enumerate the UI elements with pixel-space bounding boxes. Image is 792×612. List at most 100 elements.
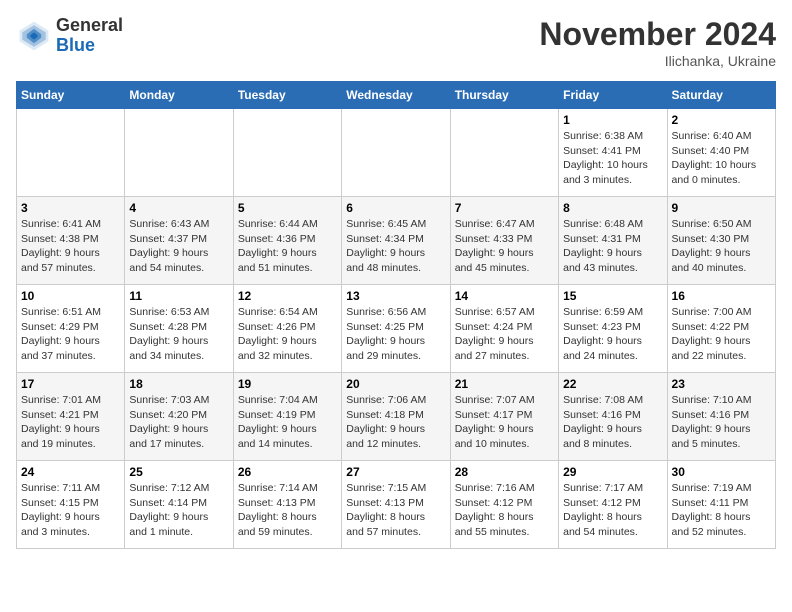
day-number: 8: [563, 201, 662, 215]
header-cell-sunday: Sunday: [17, 82, 125, 109]
day-number: 9: [672, 201, 771, 215]
day-cell: 7 Sunrise: 6:47 AM Sunset: 4:33 PM Daylig…: [450, 197, 558, 285]
day-cell: [17, 109, 125, 197]
week-row-2: 10 Sunrise: 6:51 AM Sunset: 4:29 PM Dayli…: [17, 285, 776, 373]
day-cell: 5 Sunrise: 6:44 AM Sunset: 4:36 PM Daylig…: [233, 197, 341, 285]
header-cell-monday: Monday: [125, 82, 233, 109]
day-info: Sunrise: 7:14 AM Sunset: 4:13 PM Dayligh…: [238, 481, 337, 540]
title-block: November 2024 Ilichanka, Ukraine: [539, 16, 776, 69]
day-cell: 4Sunrise: 6:43 AM Sunset: 4:37 PM Daylig…: [125, 197, 233, 285]
day-cell: 2 Sunrise: 6:40 AM Sunset: 4:40 PM Daylig…: [667, 109, 775, 197]
day-number: 7: [455, 201, 554, 215]
day-number: 6: [346, 201, 445, 215]
calendar-body: 1Sunrise: 6:38 AM Sunset: 4:41 PM Daylig…: [17, 109, 776, 549]
day-cell: 19 Sunrise: 7:04 AM Sunset: 4:19 PM Dayli…: [233, 373, 341, 461]
day-number: 21: [455, 377, 554, 391]
day-info: Sunrise: 6:57 AM Sunset: 4:24 PM Dayligh…: [455, 305, 554, 364]
day-number: 23: [672, 377, 771, 391]
day-number: 2: [672, 113, 771, 127]
day-cell: 20Sunrise: 7:06 AM Sunset: 4:18 PM Dayli…: [342, 373, 450, 461]
day-cell: 18 Sunrise: 7:03 AM Sunset: 4:20 PM Dayli…: [125, 373, 233, 461]
day-cell: 13 Sunrise: 6:56 AM Sunset: 4:25 PM Dayli…: [342, 285, 450, 373]
day-info: Sunrise: 6:41 AM Sunset: 4:38 PM Dayligh…: [21, 217, 120, 276]
day-number: 10: [21, 289, 120, 303]
week-row-1: 3Sunrise: 6:41 AM Sunset: 4:38 PM Daylig…: [17, 197, 776, 285]
day-cell: 17 Sunrise: 7:01 AM Sunset: 4:21 PM Dayli…: [17, 373, 125, 461]
day-cell: 29Sunrise: 7:17 AM Sunset: 4:12 PM Dayli…: [559, 461, 667, 549]
day-cell: 10 Sunrise: 6:51 AM Sunset: 4:29 PM Dayli…: [17, 285, 125, 373]
day-info: Sunrise: 7:08 AM Sunset: 4:16 PM Dayligh…: [563, 393, 662, 452]
day-number: 22: [563, 377, 662, 391]
day-number: 18: [129, 377, 228, 391]
day-info: Sunrise: 7:03 AM Sunset: 4:20 PM Dayligh…: [129, 393, 228, 452]
day-cell: [125, 109, 233, 197]
day-number: 25: [129, 465, 228, 479]
day-cell: 30 Sunrise: 7:19 AM Sunset: 4:11 PM Dayli…: [667, 461, 775, 549]
day-cell: 16 Sunrise: 7:00 AM Sunset: 4:22 PM Dayli…: [667, 285, 775, 373]
day-number: 5: [238, 201, 337, 215]
day-cell: 28Sunrise: 7:16 AM Sunset: 4:12 PM Dayli…: [450, 461, 558, 549]
day-cell: [450, 109, 558, 197]
week-row-4: 24Sunrise: 7:11 AM Sunset: 4:15 PM Dayli…: [17, 461, 776, 549]
day-number: 15: [563, 289, 662, 303]
month-title: November 2024: [539, 16, 776, 53]
day-info: Sunrise: 7:00 AM Sunset: 4:22 PM Dayligh…: [672, 305, 771, 364]
day-info: Sunrise: 6:44 AM Sunset: 4:36 PM Dayligh…: [238, 217, 337, 276]
day-number: 30: [672, 465, 771, 479]
day-number: 16: [672, 289, 771, 303]
day-info: Sunrise: 7:12 AM Sunset: 4:14 PM Dayligh…: [129, 481, 228, 540]
day-info: Sunrise: 6:51 AM Sunset: 4:29 PM Dayligh…: [21, 305, 120, 364]
week-row-3: 17 Sunrise: 7:01 AM Sunset: 4:21 PM Dayli…: [17, 373, 776, 461]
logo-general: General: [56, 15, 123, 35]
location: Ilichanka, Ukraine: [539, 53, 776, 69]
day-info: Sunrise: 6:50 AM Sunset: 4:30 PM Dayligh…: [672, 217, 771, 276]
logo: General Blue: [16, 16, 123, 56]
day-number: 19: [238, 377, 337, 391]
header-cell-wednesday: Wednesday: [342, 82, 450, 109]
day-cell: 26 Sunrise: 7:14 AM Sunset: 4:13 PM Dayli…: [233, 461, 341, 549]
day-number: 28: [455, 465, 554, 479]
day-number: 12: [238, 289, 337, 303]
day-cell: 9 Sunrise: 6:50 AM Sunset: 4:30 PM Daylig…: [667, 197, 775, 285]
day-cell: 23Sunrise: 7:10 AM Sunset: 4:16 PM Dayli…: [667, 373, 775, 461]
day-number: 14: [455, 289, 554, 303]
day-info: Sunrise: 7:19 AM Sunset: 4:11 PM Dayligh…: [672, 481, 771, 540]
day-info: Sunrise: 7:07 AM Sunset: 4:17 PM Dayligh…: [455, 393, 554, 452]
day-number: 29: [563, 465, 662, 479]
day-info: Sunrise: 6:47 AM Sunset: 4:33 PM Dayligh…: [455, 217, 554, 276]
header-cell-tuesday: Tuesday: [233, 82, 341, 109]
header-cell-friday: Friday: [559, 82, 667, 109]
day-number: 1: [563, 113, 662, 127]
day-cell: 11Sunrise: 6:53 AM Sunset: 4:28 PM Dayli…: [125, 285, 233, 373]
day-info: Sunrise: 6:56 AM Sunset: 4:25 PM Dayligh…: [346, 305, 445, 364]
header-cell-thursday: Thursday: [450, 82, 558, 109]
day-info: Sunrise: 6:40 AM Sunset: 4:40 PM Dayligh…: [672, 129, 771, 188]
day-info: Sunrise: 6:53 AM Sunset: 4:28 PM Dayligh…: [129, 305, 228, 364]
calendar-header: SundayMondayTuesdayWednesdayThursdayFrid…: [17, 82, 776, 109]
day-info: Sunrise: 6:54 AM Sunset: 4:26 PM Dayligh…: [238, 305, 337, 364]
day-info: Sunrise: 6:43 AM Sunset: 4:37 PM Dayligh…: [129, 217, 228, 276]
day-number: 13: [346, 289, 445, 303]
header-cell-saturday: Saturday: [667, 82, 775, 109]
week-row-0: 1Sunrise: 6:38 AM Sunset: 4:41 PM Daylig…: [17, 109, 776, 197]
day-cell: 24Sunrise: 7:11 AM Sunset: 4:15 PM Dayli…: [17, 461, 125, 549]
day-number: 27: [346, 465, 445, 479]
day-cell: 21 Sunrise: 7:07 AM Sunset: 4:17 PM Dayli…: [450, 373, 558, 461]
header-row: SundayMondayTuesdayWednesdayThursdayFrid…: [17, 82, 776, 109]
day-number: 17: [21, 377, 120, 391]
day-info: Sunrise: 7:06 AM Sunset: 4:18 PM Dayligh…: [346, 393, 445, 452]
day-number: 24: [21, 465, 120, 479]
day-info: Sunrise: 6:48 AM Sunset: 4:31 PM Dayligh…: [563, 217, 662, 276]
day-info: Sunrise: 7:04 AM Sunset: 4:19 PM Dayligh…: [238, 393, 337, 452]
day-info: Sunrise: 6:45 AM Sunset: 4:34 PM Dayligh…: [346, 217, 445, 276]
day-info: Sunrise: 7:01 AM Sunset: 4:21 PM Dayligh…: [21, 393, 120, 452]
day-info: Sunrise: 6:59 AM Sunset: 4:23 PM Dayligh…: [563, 305, 662, 364]
logo-blue: Blue: [56, 35, 95, 55]
day-number: 26: [238, 465, 337, 479]
logo-text: General Blue: [56, 16, 123, 56]
logo-icon: [16, 18, 52, 54]
day-cell: 27Sunrise: 7:15 AM Sunset: 4:13 PM Dayli…: [342, 461, 450, 549]
day-cell: [233, 109, 341, 197]
day-cell: 22 Sunrise: 7:08 AM Sunset: 4:16 PM Dayli…: [559, 373, 667, 461]
day-cell: 15 Sunrise: 6:59 AM Sunset: 4:23 PM Dayli…: [559, 285, 667, 373]
